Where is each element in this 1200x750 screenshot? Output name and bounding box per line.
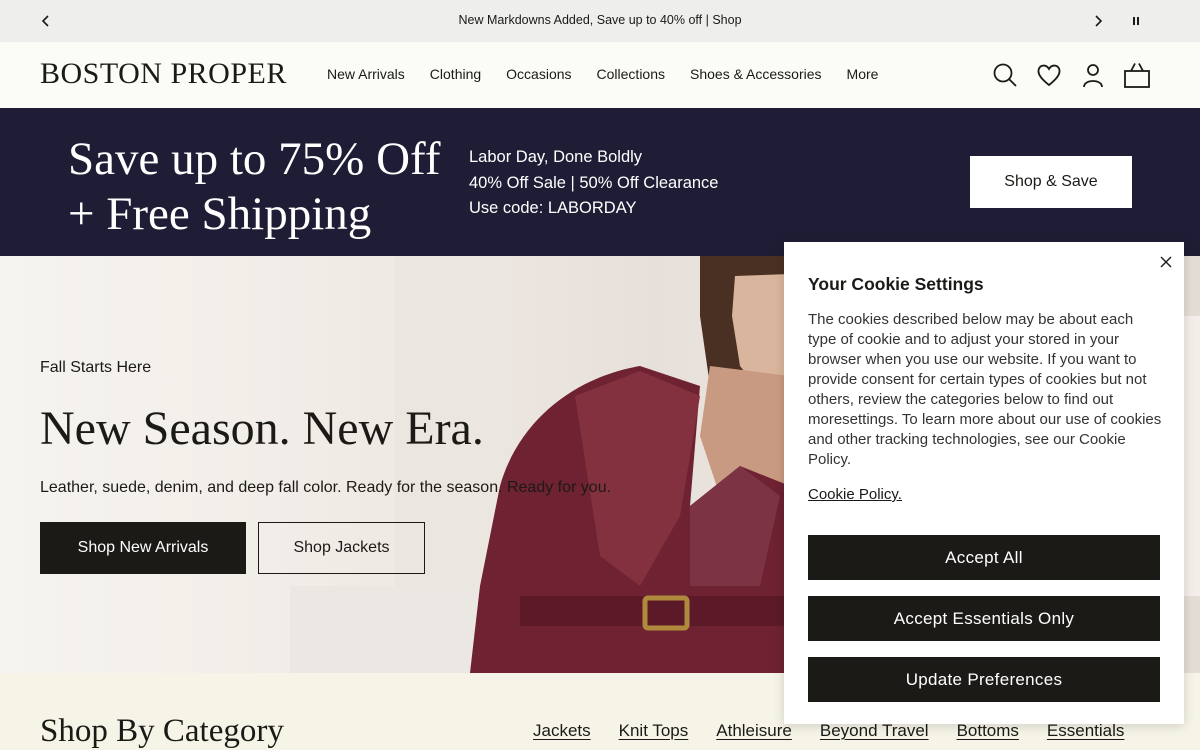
cookie-description: The cookies described below may be about… [808,311,1162,468]
cookie-settings-dialog: Your Cookie Settings The cookies describ… [784,242,1184,724]
main-nav: New Arrivals Clothing Occasions Collecti… [327,66,903,82]
update-preferences-button[interactable]: Update Preferences [808,657,1160,702]
hero-title: New Season. New Era. [40,402,484,455]
nav-item-shoes-accessories[interactable]: Shoes & Accessories [690,66,822,82]
category-heading: Shop By Category [40,713,284,749]
hero-tagline: Fall Starts Here [40,359,152,376]
promo-headline: Save up to 75% Off + Free Shipping [68,132,440,242]
promo-headline-line-1: Save up to 75% Off [68,133,441,185]
announcement-bar: New Markdowns Added, Save up to 40% off … [0,0,1200,42]
user-icon[interactable] [1078,60,1108,90]
category-link-beyond-travel[interactable]: Beyond Travel [820,721,929,741]
bag-icon[interactable] [1122,60,1152,90]
nav-item-more[interactable]: More [847,66,879,82]
chevron-right-icon[interactable] [1087,10,1109,32]
header-icons [990,60,1152,90]
hero-description: Leather, suede, denim, and deep fall col… [40,479,612,496]
nav-item-collections[interactable]: Collections [597,66,665,82]
category-link-bottoms[interactable]: Bottoms [957,721,1019,741]
heart-icon[interactable] [1034,60,1064,90]
category-link-athleisure[interactable]: Athleisure [716,721,792,741]
announcement-message[interactable]: New Markdowns Added, Save up to 40% off … [0,13,1200,27]
category-link-essentials[interactable]: Essentials [1047,721,1124,741]
site-header: BOSTON PROPER New Arrivals Clothing Occa… [0,42,1200,108]
shop-jackets-button[interactable]: Shop Jackets [258,522,425,574]
close-icon[interactable] [1156,252,1176,272]
promo-sub-line-2: 40% Off Sale | 50% Off Clearance [469,173,719,192]
promo-sub-line-3: Use code: LABORDAY [469,199,637,217]
nav-item-clothing[interactable]: Clothing [430,66,481,82]
promo-sub-line-1: Labor Day, Done Boldly [469,148,643,166]
nav-item-occasions[interactable]: Occasions [506,66,571,82]
cookie-title: Your Cookie Settings [808,274,984,294]
promo-headline-line-2: + Free Shipping [68,188,372,240]
promo-details: Labor Day, Done Boldly 40% Off Sale | 50… [469,145,718,222]
category-link-jackets[interactable]: Jackets [533,721,591,741]
pause-icon[interactable] [1125,10,1147,32]
category-links: Jackets Knit Tops Athleisure Beyond Trav… [533,721,1152,741]
nav-item-new-arrivals[interactable]: New Arrivals [327,66,405,82]
category-link-knit-tops[interactable]: Knit Tops [619,721,689,741]
promo-banner: Save up to 75% Off + Free Shipping Labor… [0,108,1200,256]
brand-logo[interactable]: BOSTON PROPER [40,57,287,91]
shop-and-save-button[interactable]: Shop & Save [970,156,1132,208]
accept-essentials-button[interactable]: Accept Essentials Only [808,596,1160,641]
shop-new-arrivals-button[interactable]: Shop New Arrivals [40,522,246,574]
accept-all-button[interactable]: Accept All [808,535,1160,580]
search-icon[interactable] [990,60,1020,90]
cookie-policy-link[interactable]: Cookie Policy. [808,486,902,503]
